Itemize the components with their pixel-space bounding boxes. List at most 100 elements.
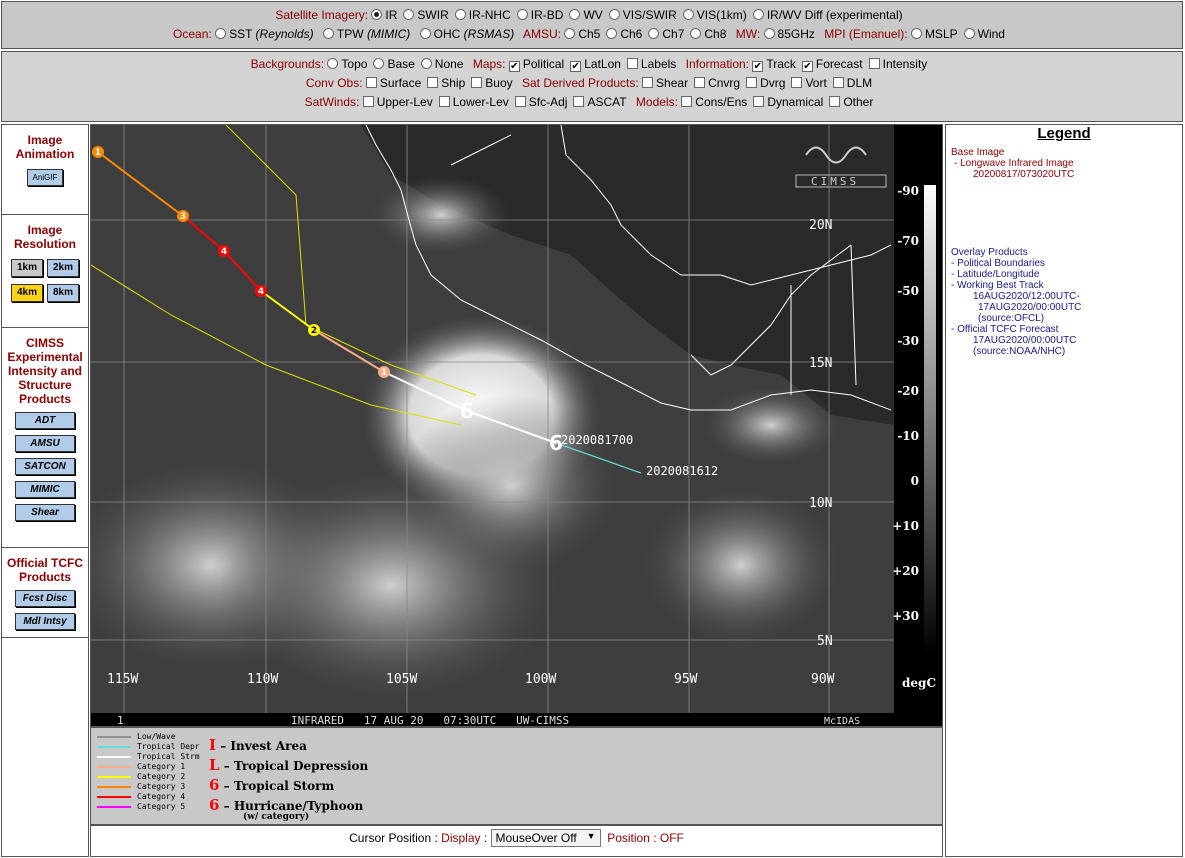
checkbox-icon[interactable] xyxy=(514,96,526,107)
mw-85ghz-option[interactable]: 85GHz xyxy=(763,27,815,41)
info-intensity-checkbox[interactable]: Intensity xyxy=(868,57,927,71)
satwinds-ascat-checkbox[interactable]: ASCAT xyxy=(573,95,627,109)
mimic-button[interactable]: MIMIC xyxy=(15,481,75,498)
sdp-dvrg-checkbox[interactable]: Dvrg xyxy=(746,76,785,90)
checkbox-icon[interactable] xyxy=(427,77,439,88)
radio-icon[interactable] xyxy=(373,58,385,69)
checkbox-icon[interactable] xyxy=(829,96,841,107)
checkbox-icon[interactable]: ✔ xyxy=(570,61,582,72)
anigif-button[interactable]: AniGIF xyxy=(27,169,63,186)
checkbox-icon[interactable] xyxy=(471,77,483,88)
radio-icon[interactable] xyxy=(752,9,764,20)
adt-button[interactable]: ADT xyxy=(15,412,75,429)
legend-forecast-item: - Official TCFC Forecast xyxy=(951,324,1059,335)
checkbox-icon[interactable] xyxy=(832,77,844,88)
radio-icon[interactable] xyxy=(690,28,702,39)
checkbox-icon[interactable] xyxy=(573,96,585,107)
conv-buoy-checkbox[interactable]: Buoy xyxy=(471,76,513,90)
models-other-checkbox[interactable]: Other xyxy=(829,95,873,109)
info-forecast-checkbox[interactable]: ✔ Forecast xyxy=(801,57,863,72)
mpi-mslp-option[interactable]: MSLP xyxy=(910,27,958,41)
radio-icon[interactable] xyxy=(910,28,922,39)
maps-latlon-checkbox[interactable]: ✔ LatLon xyxy=(570,57,621,72)
satwinds-lower-lev-checkbox[interactable]: Lower-Lev xyxy=(438,95,509,109)
res-4km-button[interactable]: 4km xyxy=(11,284,43,302)
imagery-wv-option[interactable]: WV xyxy=(569,8,603,22)
models-dynamical-checkbox[interactable]: Dynamical xyxy=(753,95,823,109)
amsu-ch6-option[interactable]: Ch6 xyxy=(606,27,642,41)
sdp-cnvrg-checkbox[interactable]: Cnvrg xyxy=(694,76,740,90)
legend-base-time: 20200817/073020UTC xyxy=(973,169,1075,180)
bg-base-option[interactable]: Base xyxy=(373,57,415,71)
radio-icon[interactable] xyxy=(569,9,581,20)
satellite-image[interactable]: 1 3 4 4 2 1 6 6 2020081700 2020081612 20… xyxy=(90,124,943,727)
imagery-ir-option[interactable]: IR xyxy=(371,8,397,22)
bg-topo-option[interactable]: Topo xyxy=(327,57,367,71)
imagery-ir-nhc-option[interactable]: IR-NHC xyxy=(454,8,511,22)
shear-button[interactable]: Shear xyxy=(15,504,75,521)
display-select[interactable]: MouseOver Off ▼ xyxy=(490,829,601,847)
imagery-ir-wv-diff-experimental-option[interactable]: IR/WV Diff (experimental) xyxy=(752,8,903,22)
imagery-swir-option[interactable]: SWIR xyxy=(403,8,449,22)
checkbox-icon[interactable] xyxy=(438,96,450,107)
checkbox-icon[interactable] xyxy=(868,58,880,69)
radio-icon[interactable] xyxy=(516,9,528,20)
checkbox-icon[interactable] xyxy=(694,77,706,88)
radio-icon[interactable] xyxy=(963,28,975,39)
maps-labels-checkbox[interactable]: Labels xyxy=(626,57,676,71)
conv-surface-checkbox[interactable]: Surface xyxy=(365,76,421,90)
radio-icon[interactable] xyxy=(682,9,694,20)
amsu-ch8-option[interactable]: Ch8 xyxy=(690,27,726,41)
checkbox-icon[interactable] xyxy=(791,77,803,88)
checkbox-icon[interactable] xyxy=(362,96,374,107)
res-8km-button[interactable]: 8km xyxy=(47,284,79,302)
amsu-button[interactable]: AMSU xyxy=(15,435,75,452)
models-cons-ens-checkbox[interactable]: Cons/Ens xyxy=(681,95,747,109)
maps-label: Maps: xyxy=(472,57,506,71)
forecast-category-marker: 4 xyxy=(221,247,227,257)
radio-icon[interactable] xyxy=(420,58,432,69)
satcon-button[interactable]: SATCON xyxy=(15,458,75,475)
imagery-ir-bd-option[interactable]: IR-BD xyxy=(516,8,563,22)
radio-icon[interactable] xyxy=(606,28,618,39)
checkbox-icon[interactable] xyxy=(681,96,693,107)
checkbox-icon[interactable] xyxy=(626,58,638,69)
info-track-checkbox[interactable]: ✔ Track xyxy=(752,57,796,72)
checkbox-icon[interactable] xyxy=(746,77,758,88)
radio-icon[interactable] xyxy=(608,9,620,20)
ohc-option[interactable]: OHC (RSMAS) xyxy=(419,27,514,41)
sdp-shear-checkbox[interactable]: Shear xyxy=(642,76,688,90)
satwinds-upper-lev-checkbox[interactable]: Upper-Lev xyxy=(362,95,433,109)
amsu-ch5-option[interactable]: Ch5 xyxy=(564,27,600,41)
checkbox-icon[interactable]: ✔ xyxy=(801,61,813,72)
bg-none-option[interactable]: None xyxy=(420,57,463,71)
radio-icon[interactable] xyxy=(371,9,383,20)
checkbox-icon[interactable]: ✔ xyxy=(752,61,764,72)
checkbox-icon[interactable]: ✔ xyxy=(508,61,520,72)
checkbox-icon[interactable] xyxy=(365,77,377,88)
radio-icon[interactable] xyxy=(327,58,339,69)
key-line-low-wave: Low/Wave xyxy=(97,732,207,742)
imagery-vis-1km-option[interactable]: VIS(1km) xyxy=(682,8,747,22)
radio-icon[interactable] xyxy=(648,28,660,39)
satwinds-sfc-adj-checkbox[interactable]: Sfc-Adj xyxy=(514,95,567,109)
sst-text: SST xyxy=(229,27,253,41)
maps-political-checkbox[interactable]: ✔ Political xyxy=(508,57,564,72)
fcst-disc-button[interactable]: Fcst Disc xyxy=(15,590,75,607)
radio-icon[interactable] xyxy=(454,9,466,20)
mpi-wind-option[interactable]: Wind xyxy=(963,27,1005,41)
res-1km-button[interactable]: 1km xyxy=(11,259,43,277)
checkbox-icon[interactable] xyxy=(642,77,654,88)
res-2km-button[interactable]: 2km xyxy=(47,259,79,277)
sdp-vort-checkbox[interactable]: Vort xyxy=(791,76,827,90)
conv-ship-checkbox[interactable]: Ship xyxy=(427,76,465,90)
tpw-option[interactable]: TPW (MIMIC) xyxy=(322,27,410,41)
sst-option[interactable]: SST (Reynolds) xyxy=(215,27,314,41)
radio-icon[interactable] xyxy=(403,9,415,20)
radio-icon[interactable] xyxy=(564,28,576,39)
amsu-ch7-option[interactable]: Ch7 xyxy=(648,27,684,41)
mdl-intsy-button[interactable]: Mdl Intsy xyxy=(15,613,75,630)
sdp-dlm-checkbox[interactable]: DLM xyxy=(832,76,872,90)
imagery-vis-swir-option[interactable]: VIS/SWIR xyxy=(608,8,677,22)
checkbox-icon[interactable] xyxy=(753,96,765,107)
